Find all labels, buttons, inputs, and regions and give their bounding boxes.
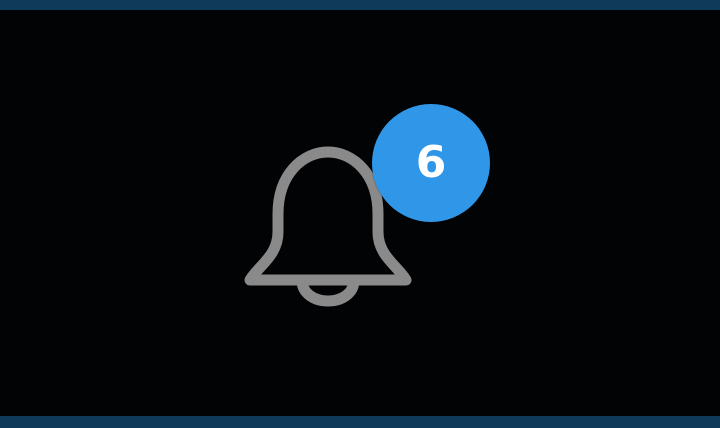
notification-frame: 6 <box>0 0 720 428</box>
top-border-bar <box>0 0 720 10</box>
notification-count: 6 <box>415 137 447 188</box>
notification-badge: 6 <box>372 104 490 222</box>
bottom-border-bar <box>0 416 720 428</box>
